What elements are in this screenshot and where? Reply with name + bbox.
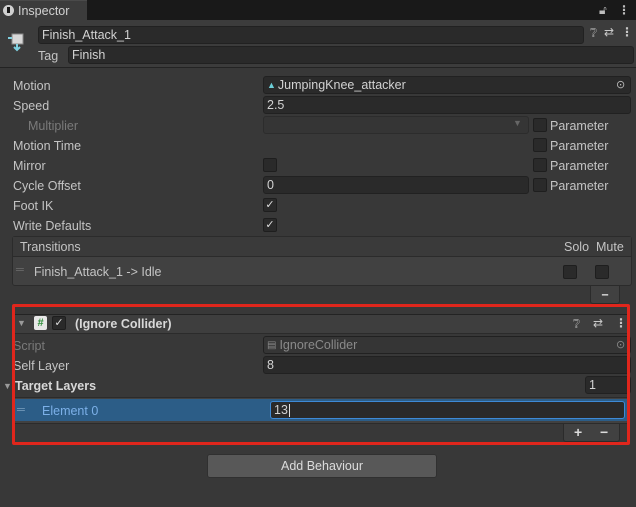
more-icon[interactable]: ⋮ [621, 25, 633, 39]
cycle-offset-parameter-label: Parameter [550, 179, 609, 193]
state-name-field[interactable]: Finish_Attack_1 [38, 26, 584, 44]
transition-solo-checkbox[interactable] [563, 265, 577, 279]
tag-field[interactable]: Finish [68, 46, 634, 64]
presets-icon[interactable]: ⇄ [604, 25, 614, 39]
transitions-title: Transitions [20, 240, 81, 254]
drag-handle-icon[interactable]: ═ [16, 264, 24, 276]
highlight-box [12, 304, 630, 445]
transition-remove-button[interactable]: − [590, 286, 620, 304]
add-behaviour-button[interactable]: Add Behaviour [207, 454, 437, 478]
speed-value: 2.5 [267, 98, 285, 112]
cycle-offset-parameter-checkbox[interactable] [533, 178, 547, 192]
object-picker-icon[interactable]: ⊙ [616, 78, 625, 91]
multiplier-dropdown[interactable] [263, 116, 529, 134]
lock-icon[interactable]: 🔓︎ [599, 3, 607, 18]
tag-label: Tag [38, 49, 59, 63]
animation-clip-icon: ▲ [267, 80, 276, 90]
motion-label: Motion [13, 79, 51, 93]
add-behaviour-label: Add Behaviour [280, 459, 363, 473]
transition-name: Finish_Attack_1 -> Idle [34, 265, 162, 279]
mirror-label: Mirror [13, 159, 46, 173]
write-defaults-checkbox[interactable]: ✓ [263, 218, 277, 232]
motion-time-parameter-label: Parameter [550, 139, 609, 153]
checkmark-icon: ✓ [265, 198, 275, 211]
motion-value: JumpingKnee_attacker [277, 78, 406, 92]
mirror-parameter-label: Parameter [550, 159, 609, 173]
speed-label: Speed [13, 99, 50, 113]
mirror-checkbox[interactable] [263, 158, 277, 172]
state-name-value: Finish_Attack_1 [42, 28, 131, 42]
help-icon[interactable]: ❔︎ [590, 26, 597, 41]
multiplier-parameter-label: Parameter [550, 119, 609, 133]
multiplier-label: Multiplier [28, 119, 79, 133]
solo-header: Solo [564, 240, 590, 254]
tab-inspector[interactable]: Inspector [0, 0, 87, 20]
speed-field[interactable]: 2.5 [263, 96, 631, 114]
mirror-parameter-checkbox[interactable] [533, 158, 547, 172]
foot-ik-checkbox[interactable]: ✓ [263, 198, 277, 212]
dropdown-arrow-icon: ▼ [513, 118, 522, 128]
info-icon [3, 5, 14, 16]
tab-title: Inspector [18, 3, 70, 18]
transitions-header [13, 237, 631, 257]
minus-icon: − [601, 287, 609, 302]
cycle-offset-field[interactable]: 0 [263, 176, 529, 194]
state-icon [8, 33, 24, 52]
multiplier-parameter-checkbox[interactable] [533, 118, 547, 132]
tab-bar [0, 0, 636, 20]
motion-field[interactable]: ▲ JumpingKnee_attacker [263, 76, 631, 94]
cycle-offset-value: 0 [267, 178, 274, 192]
tag-value: Finish [72, 48, 106, 62]
cycle-offset-label: Cycle Offset [13, 179, 81, 193]
foldout-arrow-icon[interactable]: ▼ [3, 381, 12, 391]
transition-mute-checkbox[interactable] [595, 265, 609, 279]
checkmark-icon: ✓ [265, 218, 275, 231]
foot-ik-label: Foot IK [13, 199, 54, 213]
more-icon[interactable]: ⋮ [618, 3, 630, 17]
write-defaults-label: Write Defaults [13, 219, 92, 233]
motion-time-label: Motion Time [13, 139, 82, 153]
mute-header: Mute [596, 240, 624, 254]
motion-time-parameter-checkbox[interactable] [533, 138, 547, 152]
